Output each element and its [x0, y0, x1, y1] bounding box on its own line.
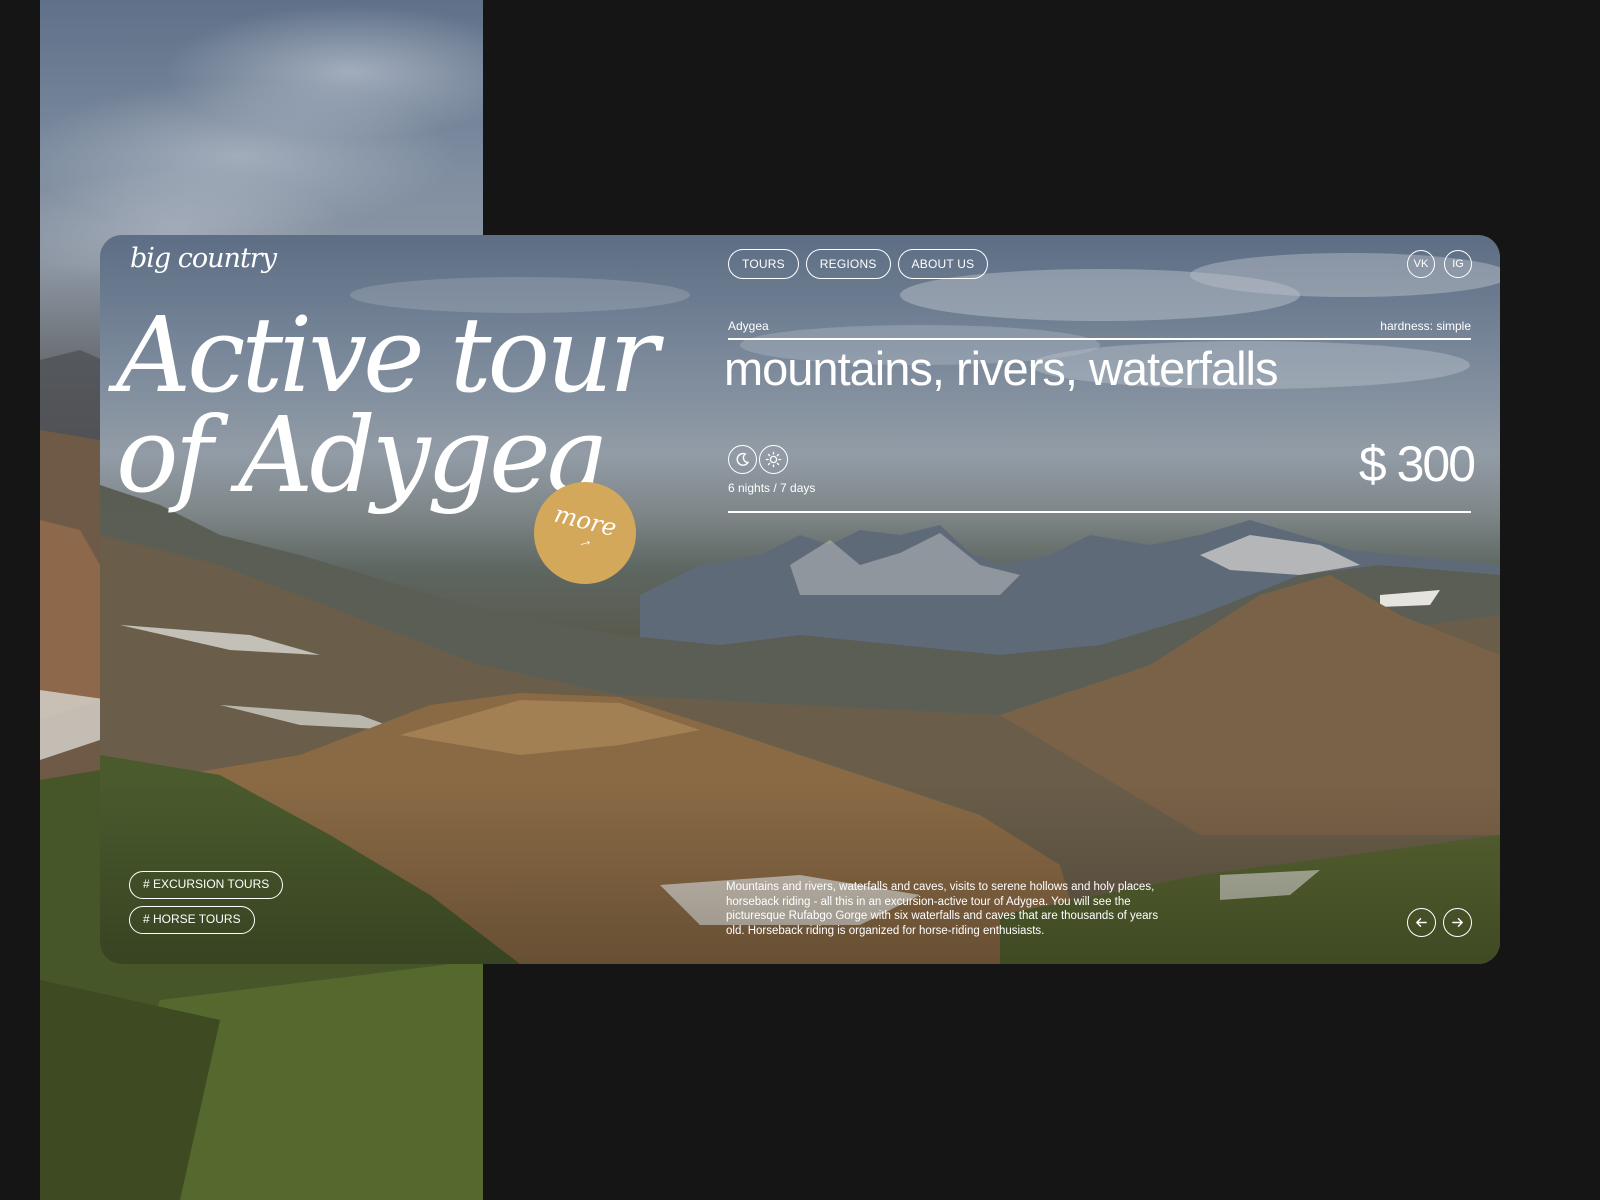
divider-top	[728, 338, 1471, 340]
hero-title: Active tour of Adygea	[116, 303, 736, 507]
arrow-right-icon	[1452, 918, 1463, 927]
prev-slide-button[interactable]	[1407, 908, 1436, 937]
hardness-label: hardness: simple	[1380, 319, 1471, 333]
divider-bottom	[728, 511, 1471, 513]
tour-tags: # EXCURSION TOURS # HORSE TOURS	[129, 871, 284, 934]
hero-card: big country TOURS REGIONS ABOUT US VK IG…	[100, 235, 1500, 964]
brand-logo[interactable]: big country	[130, 243, 277, 274]
hero-title-line2: of Adygea	[116, 394, 609, 516]
vk-link-button[interactable]: VK	[1407, 250, 1435, 278]
slider-controls	[1407, 908, 1472, 937]
sun-icon	[759, 445, 788, 474]
tour-duration: 6 nights / 7 days	[728, 481, 816, 495]
nav-about-us-button[interactable]: ABOUT US	[897, 249, 989, 279]
tour-price: $ 300	[1358, 436, 1476, 492]
moon-icon	[728, 445, 757, 474]
ig-link-button[interactable]: IG	[1444, 250, 1472, 278]
main-nav: TOURS REGIONS ABOUT US	[728, 249, 989, 279]
nav-tours-button[interactable]: TOURS	[728, 249, 799, 279]
tag-excursion-tours[interactable]: # EXCURSION TOURS	[129, 871, 284, 899]
social-links: VK IG	[1407, 250, 1472, 278]
tour-tagline: mountains, rivers, waterfalls	[724, 342, 1278, 395]
next-slide-button[interactable]	[1443, 908, 1472, 937]
tag-horse-tours[interactable]: # HORSE TOURS	[129, 906, 255, 934]
region-label: Adygea	[728, 319, 769, 333]
arrow-left-icon	[1416, 918, 1427, 927]
tour-description: Mountains and rivers, waterfalls and cav…	[726, 881, 1159, 937]
more-button[interactable]: more →	[534, 482, 636, 584]
nav-regions-button[interactable]: REGIONS	[805, 249, 891, 279]
day-night-icons	[728, 445, 788, 474]
